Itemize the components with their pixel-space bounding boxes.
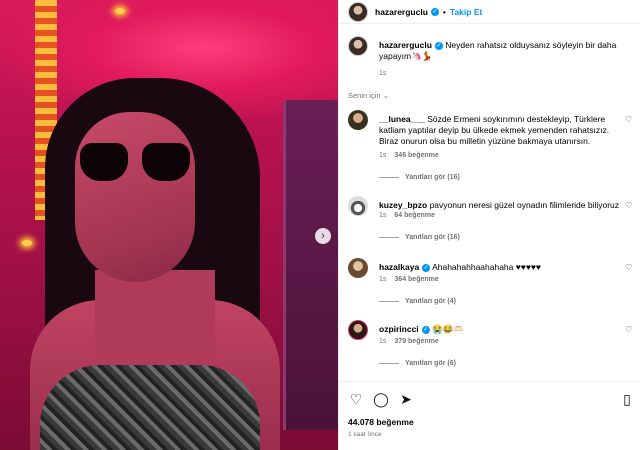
comment: kuzey_bpzo pavyonun neresi güzel oynadın… [348, 196, 633, 248]
comment-text: 😭😂🫶🏻 [432, 324, 464, 334]
caption-meta: 1s [379, 70, 386, 77]
comment: ozpirincci ✓ 😭😂🫶🏻 ♡ 1s 379 beğenme Yanıtla… [348, 320, 633, 372]
verified-badge-icon: ✓ [434, 41, 443, 50]
verified-badge-icon: ✓ [421, 325, 430, 334]
post-side-panel: hazarerguclu ✓ • Takip Et hazarerguclu ✓ … [338, 0, 640, 450]
neck [95, 270, 215, 360]
comment-likes[interactable]: 379 beğenme [394, 338, 438, 345]
comments-list: hazarerguclu ✓ Neyden rahatsız olduysanız… [339, 24, 640, 381]
comment-meta: 1s 64 beğenme [379, 212, 435, 219]
comment-time: 1s [379, 338, 387, 345]
comment-likes[interactable]: 64 beğenme [394, 212, 434, 219]
comment-meta: 1s 379 beğenme [379, 338, 439, 345]
comment-meta: 1s 346 beğenme [379, 152, 439, 159]
header-username[interactable]: hazarerguclu [375, 7, 428, 17]
comment-time: 1s [379, 276, 387, 283]
comment-username[interactable]: kuzey_bpzo [379, 200, 427, 210]
view-replies-button[interactable]: Yanıtları gör (16) [379, 174, 460, 181]
avatar[interactable] [348, 320, 368, 340]
ceiling-light [115, 8, 125, 14]
caption-time: 1s [379, 70, 387, 77]
chevron-down-icon: ⌄ [382, 91, 389, 100]
verified-badge-icon: ✓ [430, 7, 439, 16]
comment: hazalkaya ✓ Ahahahahhaahahaha ♥♥♥♥♥ ♡ 1s 3… [348, 258, 633, 310]
comment-username[interactable]: __lunea___ [379, 114, 425, 124]
comment-body: __lunea___ Sözde Ermeni soykırımını dest… [379, 114, 621, 147]
comment-body: hazalkaya ✓ Ahahahahhaahahaha ♥♥♥♥♥ [379, 262, 621, 273]
post-header: hazarerguclu ✓ • Takip Et [339, 0, 640, 24]
comment-likes[interactable]: 364 beğenme [394, 276, 438, 283]
avatar[interactable] [348, 36, 368, 56]
caption: hazarerguclu ✓ Neyden rahatsız olduysanız… [348, 36, 633, 84]
chevron-right-icon[interactable]: › [315, 228, 331, 244]
heart-icon[interactable]: ♡ [625, 326, 633, 334]
post-actions: ♡ ◯ ➤ ▯ 44.078 beğenme 1 saat önce [339, 381, 640, 450]
avatar[interactable] [348, 258, 368, 278]
comment-time: 1s [379, 212, 387, 219]
comment-meta: 1s 364 beğenme [379, 276, 439, 283]
comment: __lunea___ Sözde Ermeni soykırımını dest… [348, 110, 633, 192]
comment-time: 1s [379, 152, 387, 159]
heart-icon[interactable]: ♡ [347, 390, 365, 408]
background-rack [283, 100, 338, 430]
caption-body: hazarerguclu ✓ Neyden rahatsız olduysanız… [379, 40, 621, 62]
heart-icon[interactable]: ♡ [625, 116, 633, 124]
ceiling-light [22, 240, 32, 246]
comment-text: pavyonun neresi güzel oynadın filimlerid… [429, 200, 620, 210]
comment-username[interactable]: ozpirincci [379, 324, 419, 334]
view-replies-button[interactable]: Yanıtları gör (4) [379, 298, 456, 305]
comment-body: kuzey_bpzo pavyonun neresi güzel oynadın… [379, 200, 621, 211]
post-time: 1 saat önce [348, 431, 382, 438]
follow-button[interactable]: Takip Et [450, 7, 482, 17]
face [75, 112, 195, 282]
share-icon[interactable]: ➤ [397, 390, 415, 408]
comment-username[interactable]: hazalkaya [379, 262, 419, 272]
view-replies-button[interactable]: Yanıtları gör (16) [379, 234, 460, 241]
comment-body: ozpirincci ✓ 😭😂🫶🏻 [379, 324, 621, 335]
comment-text: Ahahahahhaahahaha ♥♥♥♥♥ [432, 262, 541, 272]
separator-dot: • [442, 6, 446, 17]
avatar[interactable] [348, 196, 368, 216]
likes-count[interactable]: 44.078 beğenme [348, 417, 414, 427]
bookmark-icon[interactable]: ▯ [618, 390, 636, 408]
avatar[interactable] [348, 1, 368, 22]
avatar[interactable] [348, 110, 368, 130]
comment-likes[interactable]: 346 beğenme [394, 152, 438, 159]
view-replies-button[interactable]: Yanıtları gör (6) [379, 360, 456, 367]
post-photo: › [0, 0, 338, 450]
verified-badge-icon: ✓ [422, 263, 431, 272]
sunglasses [80, 143, 190, 185]
outfit [40, 365, 260, 450]
comment-icon[interactable]: ◯ [372, 390, 390, 408]
heart-icon[interactable]: ♡ [625, 202, 633, 210]
caption-username[interactable]: hazarerguclu [379, 40, 432, 50]
heart-icon[interactable]: ♡ [625, 264, 633, 272]
sort-dropdown[interactable]: Senin için ⌄ [348, 91, 389, 100]
sort-label[interactable]: Senin için [348, 91, 381, 100]
